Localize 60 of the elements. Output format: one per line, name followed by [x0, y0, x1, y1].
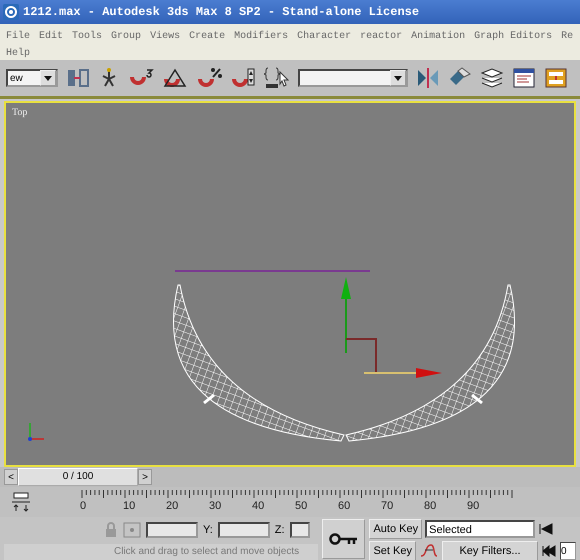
- menu-item[interactable]: Edit: [39, 28, 64, 45]
- caret-icon: [40, 70, 56, 86]
- track-view-icon[interactable]: [512, 67, 536, 89]
- frame-number: 60: [338, 500, 350, 512]
- frame-number: 80: [424, 500, 436, 512]
- time-slider-thumb[interactable]: 0 / 100: [18, 468, 138, 486]
- menu-item[interactable]: reactor: [360, 28, 402, 45]
- menu-item[interactable]: Help: [6, 45, 30, 62]
- caret-icon: [390, 70, 406, 86]
- menu-item[interactable]: File: [6, 28, 30, 45]
- coordinate-dropdown[interactable]: ew: [6, 69, 58, 87]
- menu-item[interactable]: Create: [189, 28, 226, 45]
- frame-number: 70: [381, 500, 394, 512]
- y-coordinate-field[interactable]: [218, 522, 270, 538]
- key-icon: [328, 532, 359, 546]
- key-filters-button[interactable]: Key Filters...: [442, 541, 538, 560]
- app-logo-icon: [3, 4, 19, 20]
- z-coordinate-field[interactable]: [290, 522, 310, 538]
- window-title: 1212.max - Autodesk 3ds Max 8 SP2 - Stand-alone License: [23, 5, 420, 19]
- menu-item[interactable]: Views: [150, 28, 180, 45]
- frame-number: 30: [209, 500, 222, 512]
- x-coordinate-field[interactable]: [146, 522, 198, 538]
- named-selection-icon[interactable]: [264, 66, 290, 90]
- layers-icon[interactable]: [480, 67, 504, 89]
- mirror-link-icon[interactable]: [66, 67, 90, 89]
- previous-key-icon[interactable]: [541, 544, 557, 558]
- menu-item[interactable]: Animation: [411, 28, 466, 45]
- auto-key-button[interactable]: Auto Key: [369, 519, 422, 539]
- key-mode-dropdown[interactable]: Selected: [425, 520, 536, 538]
- z-label: Z:: [274, 524, 285, 536]
- schematic-view-icon[interactable]: [544, 67, 568, 89]
- viewport-label[interactable]: Top: [12, 107, 28, 118]
- frame-number: 10: [123, 500, 136, 512]
- frame-number: 90: [467, 500, 480, 512]
- track-bar-toggle-icon[interactable]: [10, 491, 32, 513]
- named-selection-dropdown[interactable]: [298, 69, 408, 87]
- y-label: Y:: [203, 524, 213, 536]
- percent-snap-icon[interactable]: [196, 67, 222, 89]
- menu-item[interactable]: Group: [111, 28, 142, 45]
- status-prompt: Click and drag to select and move objects: [4, 544, 318, 560]
- previous-frame-button[interactable]: <: [4, 469, 18, 485]
- frame-number: 40: [252, 500, 264, 512]
- menu-item[interactable]: Graph Editors: [474, 28, 552, 45]
- axis-tripod-icon: [28, 423, 44, 441]
- menu-item[interactable]: Modifiers: [234, 28, 288, 45]
- menu-item[interactable]: Character: [297, 28, 352, 45]
- set-key-button[interactable]: Set Key: [369, 541, 416, 560]
- viewport[interactable]: Top: [4, 101, 576, 467]
- frame-number: 0: [80, 500, 86, 512]
- frame-number: 50: [295, 500, 308, 512]
- menu-item[interactable]: Re: [561, 28, 574, 45]
- frame-number: 20: [166, 500, 178, 512]
- mirror-icon[interactable]: [416, 67, 440, 89]
- angle-snap-icon[interactable]: [162, 67, 188, 89]
- go-to-start-icon[interactable]: [538, 522, 554, 536]
- set-key-mode-button[interactable]: [322, 519, 366, 559]
- menu-item[interactable]: Tools: [72, 28, 102, 45]
- current-frame-field[interactable]: 0: [560, 542, 576, 560]
- next-frame-button[interactable]: >: [138, 469, 152, 485]
- spinner-snap-icon[interactable]: [230, 67, 256, 89]
